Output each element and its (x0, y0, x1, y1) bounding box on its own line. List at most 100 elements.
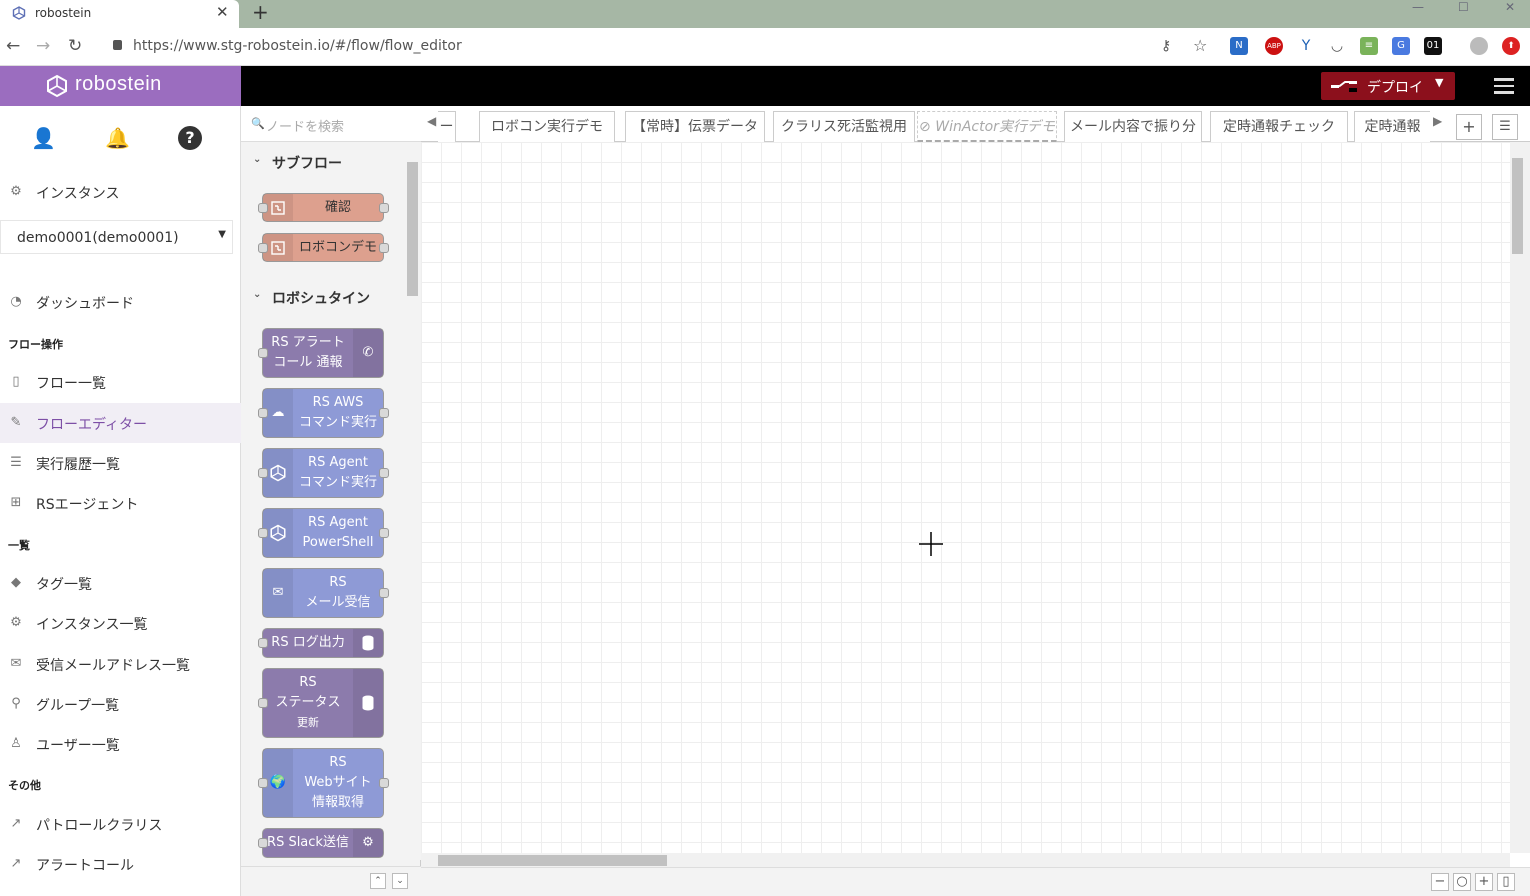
deploy-button[interactable]: デプロイ ▼ (1321, 72, 1455, 100)
url-field[interactable]: https://www.stg-robostein.io/#/flow/flow… (133, 38, 462, 54)
palette-node-confirm[interactable]: 確認 (258, 193, 389, 222)
tab-scheduled[interactable]: 定時通報 (1354, 111, 1430, 143)
help-icon[interactable]: ? (178, 126, 202, 150)
caret-down-icon[interactable]: ▼ (1435, 76, 1443, 89)
scroll-thumb[interactable] (438, 855, 667, 866)
scroll-left-icon[interactable]: ◀ (427, 114, 436, 128)
tab-mail-sort[interactable]: メール内容で振り分 (1064, 111, 1202, 143)
extension-01-icon[interactable]: 01 (1424, 37, 1442, 55)
sidebar-item-alert[interactable]: ↗ アラートコール (0, 844, 241, 884)
extension-y-icon[interactable]: Y (1297, 37, 1315, 55)
palette-node-alert-call[interactable]: RS アラート コール 通報 ✆ (258, 328, 384, 378)
tab-scheduled-check[interactable]: 定時通報チェック (1210, 111, 1348, 143)
bell-icon[interactable]: 🔔 (105, 126, 130, 150)
input-port[interactable] (258, 838, 268, 848)
user-icon[interactable]: 👤 (31, 126, 56, 150)
category-robostein[interactable]: ⌄ ロボシュタイン (241, 281, 406, 313)
instance-select[interactable]: demo0001(demo0001) ▼ (0, 220, 233, 254)
external-link-icon: ↗ (10, 816, 22, 831)
close-window-icon[interactable]: ✕ (1505, 0, 1515, 14)
scroll-thumb[interactable] (407, 162, 418, 296)
forward-icon[interactable]: → (36, 36, 50, 56)
sidebar-item-users[interactable]: ♙ ユーザー一覧 (0, 724, 241, 764)
output-port[interactable] (379, 778, 389, 788)
output-port[interactable] (379, 588, 389, 598)
menu-icon[interactable] (1494, 78, 1514, 94)
palette-node-log-output[interactable]: RS ログ出力 (258, 628, 384, 658)
tab-invoice-data[interactable]: 【常時】伝票データ (625, 111, 765, 143)
sidebar-item-instances[interactable]: ⚙ インスタンス一覧 (0, 603, 241, 643)
sidebar-item-history[interactable]: ☰ 実行履歴一覧 (0, 443, 241, 483)
add-flow-button[interactable]: + (1456, 114, 1482, 140)
scroll-thumb[interactable] (1512, 158, 1523, 254)
tab-robocon-demo[interactable]: ロボコン実行デモ (479, 111, 615, 143)
navigator-icon[interactable]: ▯ (1497, 873, 1515, 891)
brand-header[interactable]: robostein (0, 66, 241, 106)
close-tab-icon[interactable]: ✕ (216, 3, 229, 21)
star-icon[interactable]: ☆ (1193, 36, 1207, 55)
reload-icon[interactable]: ↻ (68, 36, 82, 56)
palette-node-robocon-demo[interactable]: ロボコンデモ (258, 233, 389, 262)
collapse-all-icon[interactable]: ⌃ (370, 873, 386, 889)
zoom-reset-icon[interactable]: ○ (1453, 873, 1471, 891)
key-icon[interactable]: ⚷ (1161, 38, 1171, 54)
palette-node-aws[interactable]: ☁ RS AWS コマンド実行 (258, 388, 389, 438)
zoom-in-icon[interactable]: + (1475, 873, 1493, 891)
sidebar-item-agent[interactable]: ⊞ RSエージェント (0, 483, 241, 523)
tab-claris-monitor[interactable]: クラリス死活監視用 (773, 111, 915, 143)
category-subflow[interactable]: ⌄ サブフロー (241, 146, 406, 178)
palette-node-website-info[interactable]: 🌍 RS Webサイト 情報取得 (258, 748, 389, 818)
output-port[interactable] (379, 202, 389, 213)
minimize-icon[interactable]: — (1412, 0, 1424, 14)
input-port[interactable] (258, 408, 268, 418)
input-port[interactable] (258, 242, 268, 253)
browser-tab[interactable]: robostein ✕ (0, 0, 239, 28)
back-icon[interactable]: ← (6, 36, 20, 56)
output-port[interactable] (379, 528, 389, 538)
flow-list-button[interactable]: ☰ (1492, 114, 1518, 140)
output-port[interactable] (379, 468, 389, 478)
sidebar-item-mail[interactable]: ✉ 受信メールアドレス一覧 (0, 644, 241, 684)
palette-node-agent-command[interactable]: RS Agent コマンド実行 (258, 448, 389, 498)
translate-icon[interactable]: G (1392, 37, 1410, 55)
pocket-icon[interactable]: ◡ (1328, 37, 1346, 55)
palette-node-agent-powershell[interactable]: RS Agent PowerShell (258, 508, 389, 558)
canvas-vertical-scrollbar[interactable] (1510, 142, 1530, 853)
tab-winactor-demo[interactable]: ⊘ WinActor実行デモ (917, 111, 1057, 143)
sidebar-item-groups[interactable]: ⚲ グループ一覧 (0, 684, 241, 724)
section-flow: フロー操作 (8, 338, 63, 351)
input-port[interactable] (258, 528, 268, 538)
palette-search[interactable]: 🔍 ノードを検索 (241, 106, 421, 142)
adblock-icon[interactable]: ABP (1265, 37, 1283, 55)
canvas-horizontal-scrollbar[interactable] (421, 853, 1510, 867)
output-port[interactable] (379, 242, 389, 253)
flow-canvas[interactable] (421, 142, 1510, 853)
update-icon[interactable]: ⬆ (1502, 37, 1520, 55)
sidebar-item-patrol[interactable]: ↗ パトロールクラリス (0, 804, 241, 844)
input-port[interactable] (258, 778, 268, 788)
brand-name: robostein (75, 73, 162, 95)
sidebar-item-flow-editor[interactable]: ✎ フローエディター (0, 403, 241, 443)
input-port[interactable] (258, 638, 268, 648)
sidebar-item-dashboard[interactable]: ◔ ダッシュボード (0, 282, 241, 322)
extension-sheet-icon[interactable]: ≡ (1360, 37, 1378, 55)
tab-partial[interactable]: ー (438, 111, 456, 143)
profile-icon[interactable] (1470, 37, 1488, 55)
sidebar-item-flow-list[interactable]: ▯ フロー一覧 (0, 362, 241, 402)
output-port[interactable] (379, 408, 389, 418)
palette-node-slack[interactable]: RS Slack送信 ⚙ (258, 828, 384, 858)
input-port[interactable] (258, 698, 268, 708)
maximize-icon[interactable]: ☐ (1458, 0, 1469, 14)
sidebar-item-tags[interactable]: ◆ タグ一覧 (0, 563, 241, 603)
input-port[interactable] (258, 348, 268, 358)
palette-scrollbar[interactable] (404, 142, 421, 860)
expand-all-icon[interactable]: ⌄ (392, 873, 408, 889)
input-port[interactable] (258, 202, 268, 213)
extension-new-icon[interactable]: N (1230, 37, 1248, 55)
scroll-right-icon[interactable]: ▶ (1433, 114, 1442, 128)
palette-node-status-update[interactable]: RS ステータス 更新 (258, 668, 384, 738)
new-tab-button[interactable]: + (252, 0, 269, 24)
input-port[interactable] (258, 468, 268, 478)
zoom-out-icon[interactable]: − (1431, 873, 1449, 891)
palette-node-mail-receive[interactable]: ✉ RS メール受信 (262, 568, 389, 618)
